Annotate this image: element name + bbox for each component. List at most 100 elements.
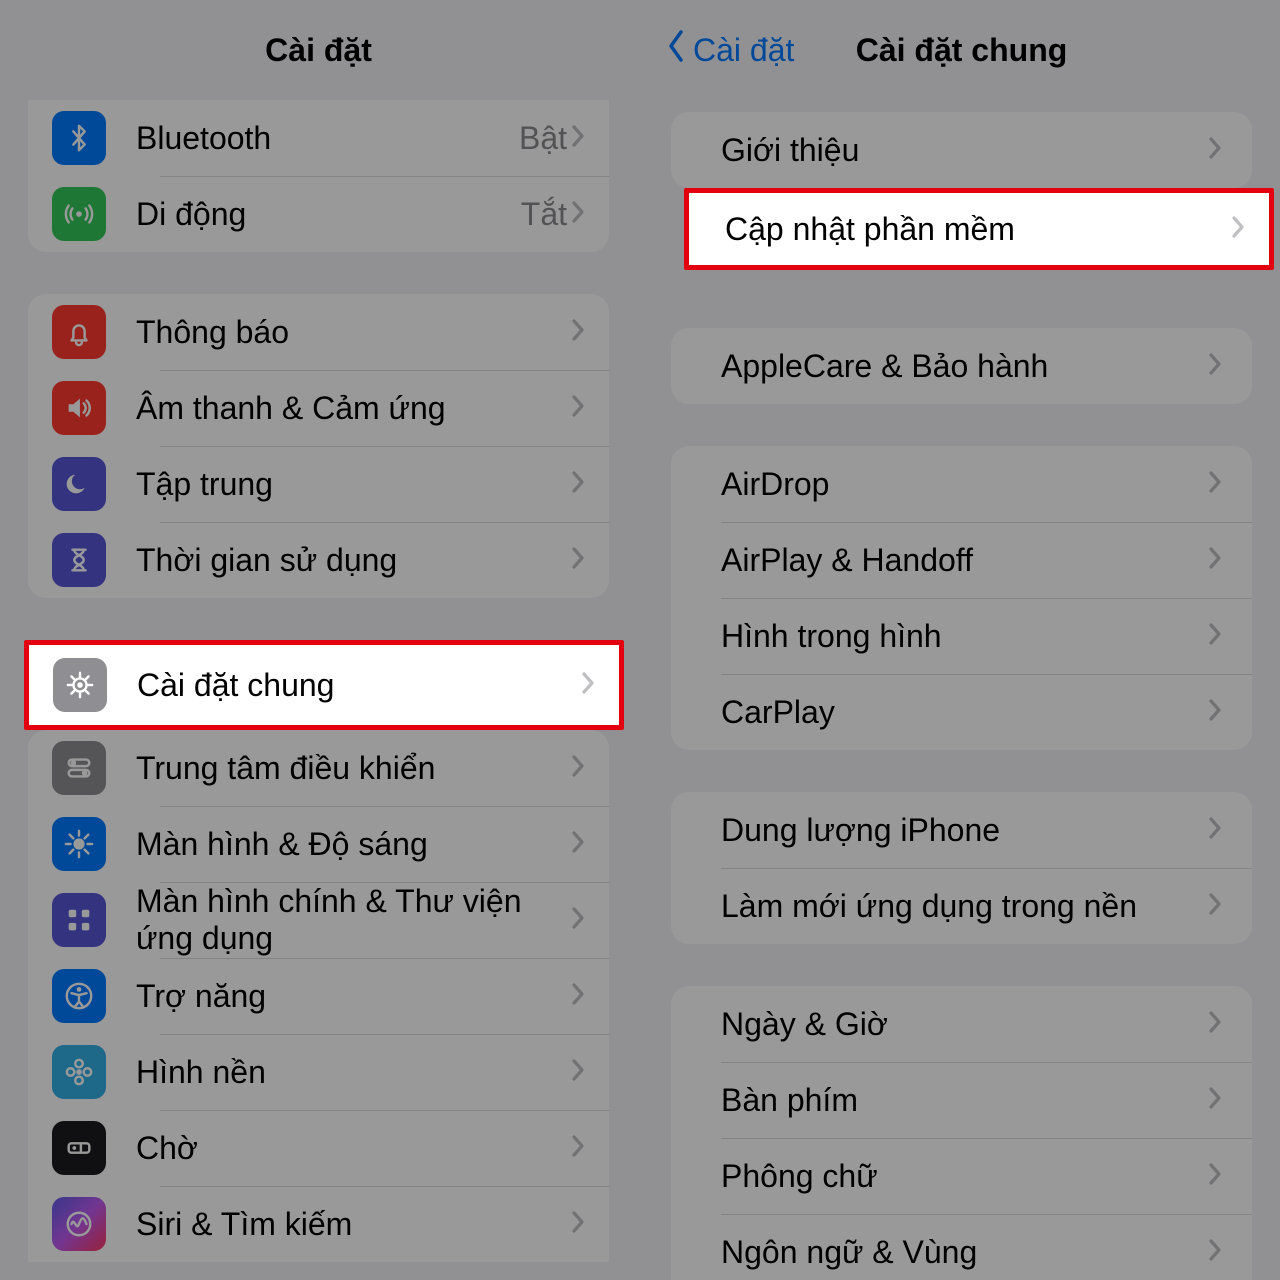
chevron-right-icon <box>581 671 595 700</box>
row-label: AirDrop <box>721 466 1208 503</box>
accessibility-icon <box>52 969 106 1023</box>
chevron-right-icon <box>1208 1010 1222 1039</box>
settings-row[interactable]: Hình trong hình <box>671 598 1252 674</box>
settings-row[interactable]: Ngôn ngữ & Vùng <box>671 1214 1252 1280</box>
chevron-right-icon <box>571 318 585 347</box>
row-label: Siri & Tìm kiếm <box>136 1206 571 1243</box>
settings-row[interactable]: AirPlay & Handoff <box>671 522 1252 598</box>
row-label: Giới thiệu <box>721 132 1208 169</box>
row-label: Tập trung <box>136 466 571 503</box>
row-label: Hình trong hình <box>721 618 1208 655</box>
row-label: Cập nhật phần mềm <box>725 211 1231 248</box>
settings-row[interactable]: CarPlay <box>671 674 1252 750</box>
row-label: Ngày & Giờ <box>721 1006 1208 1043</box>
group-warranty: AppleCare & Bảo hành <box>671 328 1252 404</box>
chevron-right-icon <box>1208 136 1222 165</box>
row-label: AppleCare & Bảo hành <box>721 348 1208 385</box>
flower-icon <box>52 1045 106 1099</box>
page-title: Cài đặt chung <box>856 32 1068 69</box>
chevron-right-icon <box>1208 1238 1222 1267</box>
chevron-right-icon <box>1208 546 1222 575</box>
chevron-right-icon <box>1208 816 1222 845</box>
settings-row[interactable]: Tập trung <box>28 446 609 522</box>
hourglass-icon <box>52 533 106 587</box>
back-label: Cài đặt <box>693 32 794 69</box>
settings-row[interactable]: Màn hình & Độ sáng <box>28 806 609 882</box>
row-label: Ngôn ngữ & Vùng <box>721 1234 1208 1271</box>
chevron-right-icon <box>1208 1086 1222 1115</box>
row-value: Tắt <box>521 196 567 233</box>
row-label: Chờ <box>136 1130 571 1167</box>
chevron-right-icon <box>571 124 585 153</box>
settings-row[interactable]: Dung lượng iPhone <box>671 792 1252 868</box>
navbar-left: Cài đặt <box>0 0 637 100</box>
group-airplay: AirDrop AirPlay & Handoff Hình trong hìn… <box>671 446 1252 750</box>
chevron-left-icon <box>667 29 687 71</box>
settings-row[interactable]: Trợ năng <box>28 958 609 1034</box>
navbar-right: Cài đặt Cài đặt chung <box>643 0 1280 100</box>
chevron-right-icon <box>1208 698 1222 727</box>
chevron-right-icon <box>571 754 585 783</box>
settings-row[interactable]: AirDrop <box>671 446 1252 522</box>
chevron-right-icon <box>571 394 585 423</box>
group-notifications: Thông báo Âm thanh & Cảm ứng Tập trung T… <box>28 294 609 598</box>
chevron-right-icon <box>571 546 585 575</box>
back-button[interactable]: Cài đặt <box>667 0 794 100</box>
chevron-right-icon <box>571 982 585 1011</box>
row-label: CarPlay <box>721 694 1208 731</box>
chevron-right-icon <box>1231 215 1245 244</box>
row-label: Cài đặt chung <box>137 667 581 704</box>
chevron-right-icon <box>1208 352 1222 381</box>
settings-row[interactable]: Chờ <box>28 1110 609 1186</box>
row-label: Làm mới ứng dụng trong nền <box>721 888 1208 925</box>
row-label: Thông báo <box>136 314 571 351</box>
settings-row[interactable]: Siri & Tìm kiếm <box>28 1186 609 1262</box>
group-intl: Ngày & Giờ Bàn phím Phông chữ Ngôn ngữ &… <box>671 986 1252 1280</box>
bluetooth-icon <box>52 111 106 165</box>
chevron-right-icon <box>1208 892 1222 921</box>
settings-row[interactable]: Thông báo <box>28 294 609 370</box>
settings-row[interactable]: Ngày & Giờ <box>671 986 1252 1062</box>
chevron-right-icon <box>571 200 585 229</box>
chevron-right-icon <box>571 1134 585 1163</box>
standby-icon <box>52 1121 106 1175</box>
settings-row[interactable]: Âm thanh & Cảm ứng <box>28 370 609 446</box>
chevron-right-icon <box>1208 622 1222 651</box>
speaker-icon <box>52 381 106 435</box>
row-label: Dung lượng iPhone <box>721 812 1208 849</box>
chevron-right-icon <box>571 470 585 499</box>
settings-row[interactable]: Giới thiệu <box>671 112 1252 188</box>
row-general-settings-highlighted[interactable]: Cài đặt chung <box>24 640 624 730</box>
chevron-right-icon <box>571 830 585 859</box>
settings-row[interactable]: Phông chữ <box>671 1138 1252 1214</box>
chevron-right-icon <box>1208 1162 1222 1191</box>
row-software-update-highlighted[interactable]: Cập nhật phần mềm <box>684 188 1274 270</box>
chevron-right-icon <box>571 906 585 935</box>
settings-row[interactable]: Di động Tắt <box>28 176 609 252</box>
chevron-right-icon <box>1208 470 1222 499</box>
row-value: Bật <box>519 120 567 157</box>
settings-row[interactable]: AppleCare & Bảo hành <box>671 328 1252 404</box>
settings-row[interactable]: Bàn phím <box>671 1062 1252 1138</box>
settings-row[interactable]: Bluetooth Bật <box>28 100 609 176</box>
antenna-icon <box>52 187 106 241</box>
group-storage: Dung lượng iPhone Làm mới ứng dụng trong… <box>671 792 1252 944</box>
row-label: Hình nền <box>136 1054 571 1091</box>
settings-row[interactable]: Màn hình chính & Thư viện ứng dụng <box>28 882 609 958</box>
row-label: Di động <box>136 196 521 233</box>
settings-row[interactable]: Thời gian sử dụng <box>28 522 609 598</box>
settings-row[interactable]: Làm mới ứng dụng trong nền <box>671 868 1252 944</box>
row-label: Bluetooth <box>136 120 519 157</box>
siri-icon <box>52 1197 106 1251</box>
row-label: Trợ năng <box>136 978 571 1015</box>
row-label: Âm thanh & Cảm ứng <box>136 390 571 427</box>
sun-icon <box>52 817 106 871</box>
row-label: Trung tâm điều khiển <box>136 750 571 787</box>
settings-row[interactable]: Hình nền <box>28 1034 609 1110</box>
row-label: Màn hình & Độ sáng <box>136 826 571 863</box>
row-label: AirPlay & Handoff <box>721 542 1208 579</box>
settings-row[interactable]: Trung tâm điều khiển <box>28 730 609 806</box>
moon-icon <box>52 457 106 511</box>
group-system: Trung tâm điều khiển Màn hình & Độ sáng … <box>28 730 609 1262</box>
gear-icon <box>53 658 107 712</box>
